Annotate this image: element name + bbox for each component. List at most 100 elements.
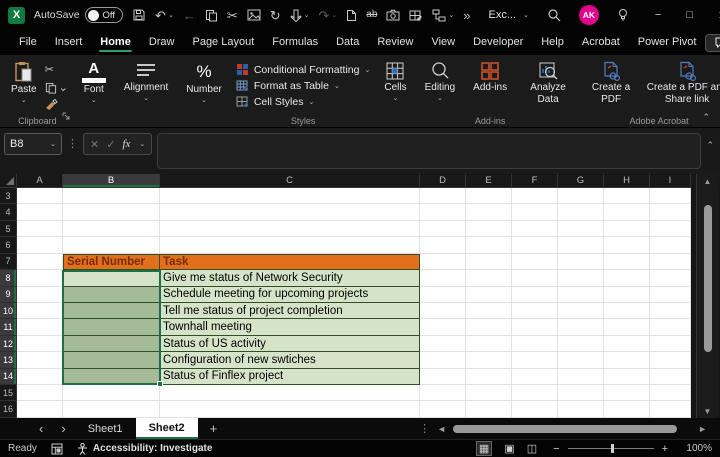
- excel-logo-icon[interactable]: X: [8, 7, 25, 24]
- cell-B3[interactable]: [63, 188, 160, 204]
- cell-I6[interactable]: [650, 237, 691, 253]
- cell-E5[interactable]: [466, 221, 512, 237]
- flowchart-icon[interactable]: ⌄: [432, 9, 454, 22]
- cell-H5[interactable]: [604, 221, 650, 237]
- cell-F4[interactable]: [512, 204, 558, 220]
- cell-B10[interactable]: [63, 303, 160, 319]
- autosave-control[interactable]: AutoSave Off: [34, 7, 123, 23]
- cell-B5[interactable]: [63, 221, 160, 237]
- cell-F8[interactable]: [512, 270, 558, 286]
- cell-E11[interactable]: [466, 319, 512, 335]
- cell-H13[interactable]: [604, 352, 650, 368]
- cell-E12[interactable]: [466, 336, 512, 352]
- cell-D7[interactable]: [420, 254, 466, 270]
- cell-I5[interactable]: [650, 221, 691, 237]
- row-header-9[interactable]: 9: [0, 287, 17, 303]
- cell-H9[interactable]: [604, 287, 650, 303]
- cell-I7[interactable]: [650, 254, 691, 270]
- cut-icon[interactable]: ✂: [227, 9, 238, 22]
- cell-G9[interactable]: [558, 287, 604, 303]
- save-icon[interactable]: [132, 8, 146, 22]
- cell-F12[interactable]: [512, 336, 558, 352]
- accessibility-status[interactable]: Accessibility: Investigate: [77, 443, 213, 455]
- vertical-scroll-track[interactable]: [697, 188, 718, 404]
- cell-B13[interactable]: [63, 352, 160, 368]
- cell-H16[interactable]: [604, 401, 650, 417]
- refresh-icon[interactable]: ↻: [270, 9, 281, 22]
- qat-overflow-icon[interactable]: »: [463, 9, 470, 22]
- row-header-14[interactable]: 14: [0, 369, 17, 385]
- tab-splitter-handle[interactable]: ⋮: [419, 422, 430, 435]
- cell-F14[interactable]: [512, 369, 558, 385]
- insert-function-button[interactable]: fx: [122, 138, 130, 150]
- cell-H12[interactable]: [604, 336, 650, 352]
- cell-F16[interactable]: [512, 401, 558, 417]
- cell-A12[interactable]: [17, 336, 63, 352]
- row-header-13[interactable]: 13: [0, 352, 17, 368]
- zoom-slider[interactable]: [568, 448, 654, 449]
- camera-icon[interactable]: [386, 9, 400, 21]
- column-header-A[interactable]: A: [17, 174, 63, 188]
- cell-G5[interactable]: [558, 221, 604, 237]
- name-box-splitter[interactable]: ⋮: [67, 133, 78, 155]
- cell-I13[interactable]: [650, 352, 691, 368]
- cell-D15[interactable]: [420, 385, 466, 401]
- undo-icon[interactable]: ↶⌄: [155, 9, 174, 22]
- row-header-3[interactable]: 3: [0, 188, 17, 204]
- editing-button[interactable]: Editing⌄: [421, 60, 460, 103]
- cell-A7[interactable]: [17, 254, 63, 270]
- cell-G13[interactable]: [558, 352, 604, 368]
- cell-H7[interactable]: [604, 254, 650, 270]
- touch-mode-icon[interactable]: ⌄: [290, 9, 310, 22]
- enter-formula-icon[interactable]: ✓: [106, 138, 115, 151]
- cell-B7[interactable]: Serial Number: [63, 254, 160, 270]
- cell-D10[interactable]: [420, 303, 466, 319]
- cell-D13[interactable]: [420, 352, 466, 368]
- cell-C8[interactable]: Give me status of Network Security: [160, 270, 420, 286]
- tab-power-pivot[interactable]: Power Pivot: [629, 32, 706, 53]
- tab-draw[interactable]: Draw: [140, 32, 184, 53]
- cell-E9[interactable]: [466, 287, 512, 303]
- cell-A16[interactable]: [17, 401, 63, 417]
- cell-D3[interactable]: [420, 188, 466, 204]
- draw-table-icon[interactable]: [409, 9, 423, 22]
- zoom-level[interactable]: 100%: [684, 443, 712, 454]
- cell-A6[interactable]: [17, 237, 63, 253]
- search-icon[interactable]: [547, 8, 561, 22]
- alignment-button[interactable]: Alignment⌄: [120, 60, 172, 103]
- cell-H15[interactable]: [604, 385, 650, 401]
- vertical-scrollbar[interactable]: ▲ ▼: [696, 174, 718, 418]
- column-header-B[interactable]: B: [63, 174, 160, 188]
- cell-styles-button[interactable]: Cell Styles⌄: [236, 95, 371, 108]
- cell-A3[interactable]: [17, 188, 63, 204]
- cell-G3[interactable]: [558, 188, 604, 204]
- cell-C12[interactable]: Status of US activity: [160, 336, 420, 352]
- next-sheet-icon[interactable]: ›: [52, 421, 74, 436]
- comments-button[interactable]: Comments: [705, 34, 720, 52]
- scroll-down-icon[interactable]: ▼: [704, 404, 712, 418]
- cut-button[interactable]: ✂: [45, 63, 68, 76]
- tab-file[interactable]: File: [10, 32, 46, 53]
- tab-review[interactable]: Review: [368, 32, 422, 53]
- minimize-button[interactable]: −: [647, 9, 669, 21]
- cell-B16[interactable]: [63, 401, 160, 417]
- cell-I12[interactable]: [650, 336, 691, 352]
- cell-I11[interactable]: [650, 319, 691, 335]
- cell-I10[interactable]: [650, 303, 691, 319]
- cell-G14[interactable]: [558, 369, 604, 385]
- cell-E16[interactable]: [466, 401, 512, 417]
- tab-developer[interactable]: Developer: [464, 32, 532, 53]
- cell-D16[interactable]: [420, 401, 466, 417]
- maximize-button[interactable]: □: [678, 9, 701, 21]
- format-as-table-button[interactable]: Format as Table⌄: [236, 79, 371, 92]
- cell-C9[interactable]: Schedule meeting for upcoming projects: [160, 287, 420, 303]
- column-header-H[interactable]: H: [604, 174, 650, 188]
- cell-C16[interactable]: [160, 401, 420, 417]
- cell-B8[interactable]: [63, 270, 160, 286]
- cell-I4[interactable]: [650, 204, 691, 220]
- lightbulb-icon[interactable]: [617, 8, 629, 22]
- add-sheet-button[interactable]: +: [198, 421, 230, 436]
- cell-F3[interactable]: [512, 188, 558, 204]
- cell-H8[interactable]: [604, 270, 650, 286]
- cell-C5[interactable]: [160, 221, 420, 237]
